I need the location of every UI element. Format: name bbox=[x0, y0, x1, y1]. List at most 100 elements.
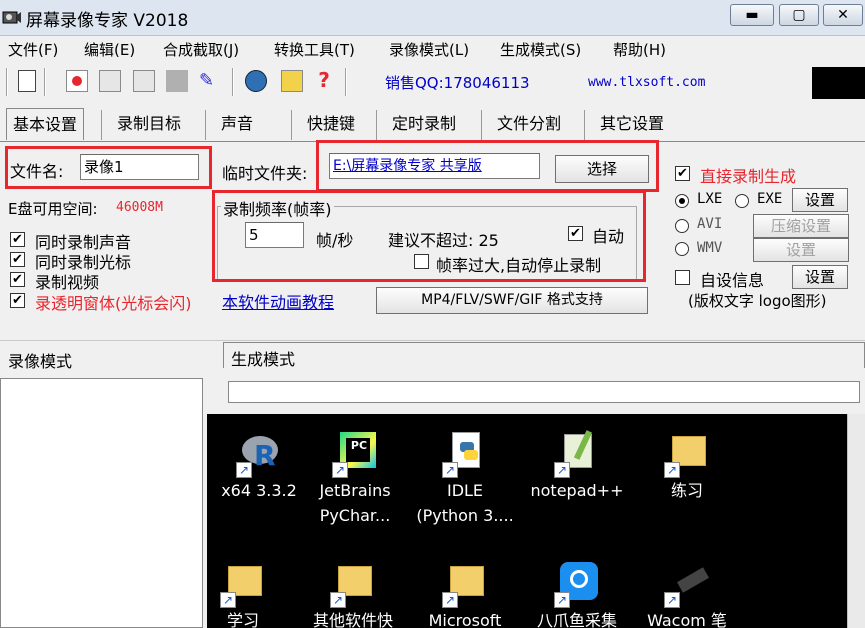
desktop-icon-idle[interactable]: ↗ IDLE (Python 3.... bbox=[415, 430, 515, 528]
desktop-icon-octopus[interactable]: ↗ 八爪鱼采集 bbox=[527, 560, 627, 628]
tab-hotkeys[interactable]: 快捷键 bbox=[307, 108, 355, 140]
generate-mode-panel bbox=[223, 342, 865, 368]
menu-generate-mode[interactable]: 生成模式(S) bbox=[500, 39, 581, 60]
record-cursor-checkbox[interactable]: ✔ bbox=[10, 252, 25, 267]
custom-info-note: (版权文字 logo图形) bbox=[688, 292, 827, 310]
tab-scheduled-record[interactable]: 定时录制 bbox=[392, 108, 456, 140]
desktop-icon-label: x64 3.3.2 bbox=[221, 481, 297, 500]
desktop-preview: R ↗ x64 3.3.2 PC ↗ JetBrains PyChar... ↗… bbox=[207, 414, 847, 628]
pycharm-icon: PC ↗ bbox=[332, 430, 378, 478]
menu-edit[interactable]: 编辑(E) bbox=[84, 39, 135, 60]
temp-folder-input[interactable]: E:\屏幕录像专家 共享版 bbox=[329, 153, 540, 179]
tab-file-split[interactable]: 文件分割 bbox=[497, 108, 561, 140]
menu-file[interactable]: 文件(F) bbox=[8, 39, 58, 60]
menu-compose[interactable]: 合成截取(J) bbox=[163, 39, 239, 60]
lxe-label: LXE bbox=[697, 191, 723, 207]
direct-record-label: 直接录制生成 bbox=[700, 167, 797, 186]
tools-icon[interactable] bbox=[281, 70, 303, 92]
desktop-icon-label: PyChar... bbox=[319, 506, 391, 525]
globe-icon[interactable] bbox=[245, 70, 267, 92]
r-icon: R ↗ bbox=[236, 430, 282, 478]
desktop-icon-label: 练习 bbox=[670, 481, 703, 500]
camera-icon[interactable] bbox=[166, 70, 188, 92]
menu-help[interactable]: 帮助(H) bbox=[613, 39, 666, 60]
record-transparent-checkbox[interactable]: ✔ bbox=[10, 293, 25, 308]
custom-info-settings-button[interactable]: 设置 bbox=[792, 265, 848, 289]
format-settings-button[interactable]: 设置 bbox=[792, 188, 848, 212]
desktop-icon-label: Wacom 笔 bbox=[647, 611, 727, 628]
menu-convert[interactable]: 转换工具(T) bbox=[274, 39, 355, 60]
divider bbox=[0, 340, 865, 341]
desktop-icon-other-software[interactable]: ↗ 其他软件快 bbox=[303, 560, 403, 628]
generate-mode-header: 生成模式 bbox=[231, 350, 296, 369]
new-file-icon[interactable] bbox=[18, 70, 36, 92]
desktop-icon-study[interactable]: ↗ 学习 bbox=[207, 560, 293, 628]
title-bar[interactable]: 屏幕录像专家 V2018 ▬ ▢ ✕ bbox=[0, 0, 865, 36]
octopus-icon: ↗ bbox=[554, 560, 600, 608]
filename-label: 文件名: bbox=[10, 162, 64, 181]
desktop-icon-pycharm[interactable]: PC ↗ JetBrains PyChar... bbox=[305, 430, 405, 528]
desktop-icon-label: notepad++ bbox=[530, 481, 624, 500]
direct-record-checkbox[interactable]: ✔ bbox=[675, 166, 690, 181]
tutorial-link[interactable]: 本软件动画教程 bbox=[222, 289, 334, 313]
desktop-icon-microsoft[interactable]: ↗ Microsoft bbox=[415, 560, 515, 628]
help-icon[interactable]: ? bbox=[313, 70, 335, 92]
fps-input[interactable]: 5 bbox=[245, 222, 304, 248]
custom-info-label: 自设信息 bbox=[700, 271, 765, 290]
toolbar-separator bbox=[44, 68, 46, 96]
auto-fps-checkbox[interactable]: ✔ bbox=[568, 226, 583, 241]
tab-other-settings[interactable]: 其它设置 bbox=[600, 108, 664, 140]
fps-unit-label: 帧/秒 bbox=[316, 231, 354, 250]
format-support-button[interactable]: MP4/FLV/SWF/GIF 格式支持 bbox=[376, 287, 648, 314]
website-text[interactable]: www.tlxsoft.com bbox=[588, 75, 705, 90]
temp-folder-label: 临时文件夹: bbox=[222, 164, 308, 183]
desktop-icon-wacom[interactable]: ↗ Wacom 笔 bbox=[637, 560, 737, 628]
desktop-icon-label: JetBrains bbox=[319, 481, 391, 500]
avi-label: AVI bbox=[697, 216, 723, 232]
desktop-icon-label: 八爪鱼采集 bbox=[536, 611, 617, 628]
desktop-icon-practice[interactable]: ↗ 练习 bbox=[637, 430, 737, 503]
compress-settings-button[interactable]: 压缩设置 bbox=[753, 214, 849, 238]
auto-stop-label: 帧率过大,自动停止录制 bbox=[436, 256, 602, 275]
exe-radio[interactable] bbox=[735, 194, 749, 208]
record-mode-list[interactable] bbox=[0, 378, 203, 628]
custom-info-checkbox[interactable] bbox=[675, 270, 690, 285]
minimize-button[interactable]: ▬ bbox=[730, 4, 774, 26]
app-icon bbox=[2, 11, 21, 24]
record-sound-checkbox[interactable]: ✔ bbox=[10, 232, 25, 247]
auto-fps-label: 自动 bbox=[592, 227, 625, 246]
wmv-settings-button[interactable]: 设置 bbox=[753, 238, 849, 262]
record-icon[interactable] bbox=[66, 70, 88, 92]
scrollbar[interactable] bbox=[847, 414, 865, 628]
filename-input[interactable]: 录像1 bbox=[80, 154, 199, 180]
wacom-icon: ↗ bbox=[664, 560, 710, 608]
tab-sound[interactable]: 声音 bbox=[221, 108, 253, 140]
maximize-button[interactable]: ▢ bbox=[779, 4, 819, 26]
choose-folder-button[interactable]: 选择 bbox=[555, 155, 649, 183]
record-transparent-label: 录透明窗体(光标会闪) bbox=[35, 294, 192, 313]
close-button[interactable]: ✕ bbox=[823, 4, 863, 26]
tab-basic-settings[interactable]: 基本设置 bbox=[6, 108, 85, 140]
avi-radio[interactable] bbox=[675, 219, 689, 233]
desktop-icon-label: IDLE bbox=[446, 481, 484, 500]
menu-bar: 文件(F) 编辑(E) 合成截取(J) 转换工具(T) 录像模式(L) 生成模式… bbox=[0, 37, 865, 61]
pause-icon[interactable] bbox=[99, 70, 121, 92]
toolbar-separator bbox=[232, 68, 234, 96]
lxe-radio[interactable] bbox=[675, 194, 689, 208]
stop-icon[interactable] bbox=[133, 70, 155, 92]
pen-icon[interactable]: ✎ bbox=[199, 70, 221, 92]
disk-space-value: 46008M bbox=[116, 200, 163, 215]
menu-record-mode[interactable]: 录像模式(L) bbox=[389, 39, 469, 60]
auto-stop-checkbox[interactable] bbox=[414, 254, 429, 269]
folder-icon: ↗ bbox=[330, 560, 376, 608]
wmv-radio[interactable] bbox=[675, 242, 689, 256]
tab-record-target[interactable]: 录制目标 bbox=[117, 108, 181, 140]
record-video-checkbox[interactable]: ✔ bbox=[10, 272, 25, 287]
folder-icon: ↗ bbox=[220, 560, 266, 608]
progress-bar bbox=[228, 381, 860, 403]
desktop-icon-r[interactable]: R ↗ x64 3.3.2 bbox=[209, 430, 309, 503]
folder-icon: ↗ bbox=[664, 430, 710, 478]
desktop-icon-label: 学习 bbox=[226, 611, 259, 628]
desktop-icon-label: 其他软件快 bbox=[312, 611, 393, 628]
desktop-icon-notepad[interactable]: ↗ notepad++ bbox=[527, 430, 627, 503]
